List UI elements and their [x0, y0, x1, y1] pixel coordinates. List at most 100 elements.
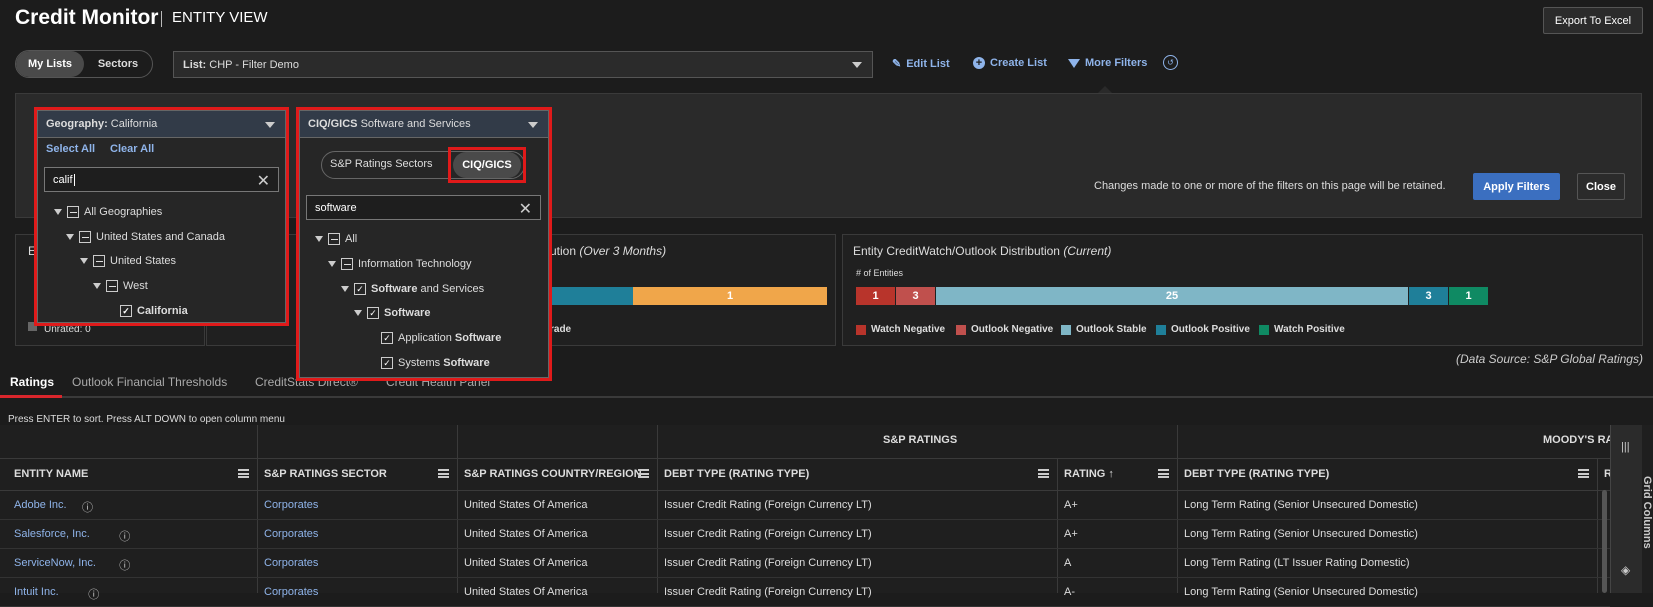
tree-node-west[interactable]: West	[93, 280, 148, 292]
sp-ratings-sectors-segment[interactable]: S&P Ratings Sectors	[330, 158, 433, 170]
table-cell[interactable]: Corporates	[264, 499, 318, 511]
tree-node-all[interactable]: All	[315, 233, 357, 245]
sectors-toggle[interactable]: Sectors	[84, 51, 152, 77]
column-menu-icon[interactable]	[1578, 469, 1589, 478]
table-cell[interactable]: Corporates	[264, 586, 318, 598]
table-cell[interactable]: Intuit Inc.	[14, 586, 59, 598]
info-icon[interactable]: ⓘ	[119, 528, 130, 544]
tab-outlook-thresholds[interactable]: Outlook Financial Thresholds	[72, 375, 227, 389]
legend-swatch	[1156, 324, 1166, 335]
info-icon[interactable]: ⓘ	[82, 499, 93, 515]
grid-columns-tab[interactable]: Grid Columns	[1641, 476, 1653, 549]
table-row[interactable]: Adobe Inc. ⓘ Corporates United States Of Am…	[0, 491, 1610, 520]
expand-icon[interactable]	[315, 236, 323, 242]
geography-filter-header[interactable]: Geography: California	[38, 111, 285, 138]
column-menu-icon[interactable]	[638, 469, 649, 478]
checked-checkbox[interactable]: ✓	[120, 305, 132, 317]
indeterminate-checkbox[interactable]	[106, 280, 118, 292]
column-menu-icon[interactable]	[438, 469, 449, 478]
clear-search-icon[interactable]: ✕	[519, 199, 532, 219]
expand-icon[interactable]	[80, 258, 88, 264]
tab-ratings[interactable]: Ratings	[10, 375, 54, 389]
expand-icon[interactable]	[54, 209, 62, 215]
info-icon[interactable]: ⓘ	[119, 557, 130, 573]
ciq-gics-segment[interactable]: CIQ/GICS	[453, 152, 521, 178]
tree-node-systems-software[interactable]: ✓ Systems Software	[381, 357, 490, 369]
column-menu-icon[interactable]	[238, 469, 249, 478]
tree-node-software-services[interactable]: ✓ Software and Services	[341, 283, 484, 295]
table-cell[interactable]: ServiceNow, Inc.	[14, 557, 96, 569]
history-icon[interactable]: ↺	[1163, 55, 1178, 70]
tree-node-california[interactable]: ✓ California	[120, 305, 188, 317]
table-cell[interactable]: Adobe Inc.	[14, 499, 67, 511]
expand-icon[interactable]	[354, 310, 362, 316]
ciq-value: Software and Services	[360, 118, 471, 130]
select-all-link[interactable]: Select All	[46, 143, 95, 155]
table-cell[interactable]: Salesforce, Inc.	[14, 528, 90, 540]
legend-label: Outlook Positive	[1171, 324, 1250, 335]
expand-icon[interactable]	[328, 261, 336, 267]
legend-item: Watch Positive	[1259, 324, 1345, 335]
more-filters-link[interactable]: More Filters	[1068, 57, 1147, 69]
tree-label: All	[345, 233, 358, 245]
clear-all-link[interactable]: Clear All	[110, 143, 154, 155]
table-cell[interactable]: Corporates	[264, 557, 318, 569]
checked-checkbox[interactable]: ✓	[367, 307, 379, 319]
table-cell: United States Of America	[464, 499, 588, 511]
info-icon[interactable]: ⓘ	[88, 586, 99, 602]
active-tab-indicator	[0, 395, 62, 398]
expand-icon[interactable]	[66, 234, 74, 240]
checked-checkbox[interactable]: ✓	[381, 357, 393, 369]
column-menu-icon[interactable]	[1038, 469, 1049, 478]
close-button[interactable]: Close	[1577, 173, 1625, 200]
tree-node-application-software[interactable]: ✓ Application Software	[381, 332, 501, 344]
col-header-entity-name[interactable]: ENTITY NAME	[14, 468, 88, 480]
list-select-value: CHP - Filter Demo	[209, 58, 299, 71]
list-select[interactable]: List: CHP - Filter Demo	[173, 51, 873, 78]
tree-node-software[interactable]: ✓ Software	[354, 307, 430, 319]
export-excel-button[interactable]: Export To Excel	[1543, 7, 1643, 34]
summary-label-partial: E	[28, 244, 37, 258]
my-lists-toggle[interactable]: My Lists	[16, 51, 84, 77]
tree-node-us-canada[interactable]: United States and Canada	[66, 231, 225, 243]
tree-node-all-geographies[interactable]: All Geographies	[54, 206, 162, 218]
ciq-gics-filter-header[interactable]: CIQ/GICS Software and Services	[300, 111, 548, 138]
column-menu-icon[interactable]	[1158, 469, 1169, 478]
indeterminate-checkbox[interactable]	[328, 233, 340, 245]
apply-filters-button[interactable]: Apply Filters	[1473, 173, 1560, 200]
columns-icon[interactable]: |||	[1621, 441, 1630, 453]
indeterminate-checkbox[interactable]	[79, 231, 91, 243]
expand-icon[interactable]	[93, 283, 101, 289]
sp-ratings-group-header: S&P RATINGS	[883, 434, 958, 446]
clear-search-icon[interactable]: ✕	[257, 171, 270, 191]
table-row[interactable]: ServiceNow, Inc. ⓘ Corporates United States…	[0, 549, 1610, 578]
col-header-rating[interactable]: RATING ↑	[1064, 468, 1114, 480]
col-header-debt-type[interactable]: DEBT TYPE (RATING TYPE)	[664, 468, 809, 480]
layers-icon[interactable]: ◈	[1621, 563, 1630, 577]
legend-item: Outlook Stable	[1061, 324, 1147, 335]
grid-scrollbar[interactable]	[1602, 490, 1607, 593]
col-header-sector[interactable]: S&P RATINGS SECTOR	[264, 468, 387, 480]
table-row[interactable]: Salesforce, Inc. ⓘ Corporates United States…	[0, 520, 1610, 549]
indeterminate-checkbox[interactable]	[341, 258, 353, 270]
create-list-link[interactable]: + Create List	[973, 57, 1047, 69]
list-mode-toggle: My Lists Sectors	[15, 50, 153, 78]
checked-checkbox[interactable]: ✓	[354, 283, 366, 295]
creditwatch-title: Entity CreditWatch/Outlook Distribution …	[853, 244, 1112, 258]
geography-search-input[interactable]: calif ✕	[44, 167, 279, 192]
tree-node-information-technology[interactable]: Information Technology	[328, 258, 472, 270]
ciq-search-input[interactable]: software ✕	[306, 195, 541, 220]
edit-list-link[interactable]: ✎ Edit List	[892, 57, 950, 71]
expand-icon[interactable]	[341, 286, 349, 292]
app-title: Credit Monitor	[15, 6, 159, 29]
tree-node-united-states[interactable]: United States	[80, 255, 176, 267]
col-header-country[interactable]: S&P RATINGS COUNTRY/REGION	[464, 468, 642, 480]
table-cell[interactable]: Corporates	[264, 528, 318, 540]
indeterminate-checkbox[interactable]	[93, 255, 105, 267]
chevron-down-icon	[852, 62, 862, 68]
checked-checkbox[interactable]: ✓	[381, 332, 393, 344]
indeterminate-checkbox[interactable]	[67, 206, 79, 218]
col-header-moodys-debt-type[interactable]: DEBT TYPE (RATING TYPE)	[1184, 468, 1329, 480]
legend-item: Watch Negative	[856, 324, 945, 335]
tree-label: California	[137, 305, 188, 317]
